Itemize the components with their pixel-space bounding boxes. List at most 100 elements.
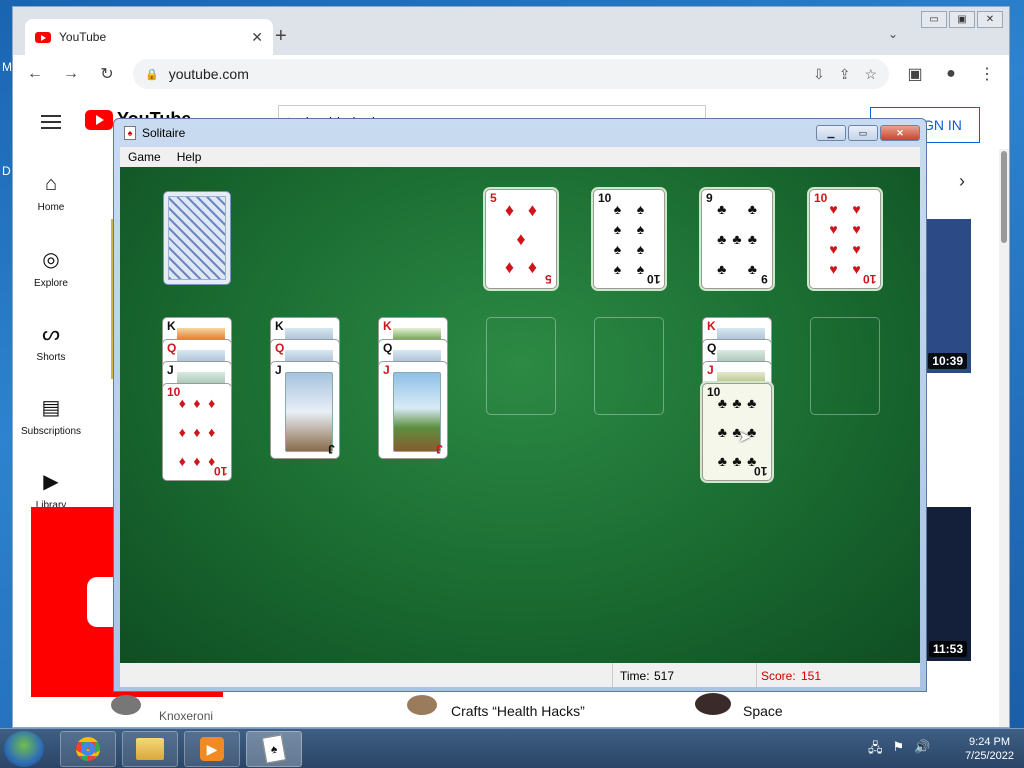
sidebar-item-label: Shorts: [36, 352, 66, 363]
card-rank: J: [383, 363, 390, 377]
solitaire-app-icon: ♠: [124, 126, 136, 140]
taskbar: ▶ ♠ 🖧 ⚑ 🔊 9:24 PM 7/25/2022: [0, 728, 1024, 768]
menu-help[interactable]: Help: [177, 150, 202, 164]
media-player-icon: ▶: [200, 737, 224, 761]
new-tab-button[interactable]: +: [275, 25, 287, 48]
forward-icon[interactable]: →: [61, 65, 81, 83]
card-art: [285, 372, 333, 452]
close-button[interactable]: ✕: [880, 125, 920, 141]
desktop-edge-letter: M: [2, 60, 12, 74]
tableau-empty-slot[interactable]: [486, 317, 556, 415]
action-center-flag-icon[interactable]: ⚑: [893, 739, 905, 761]
volume-icon[interactable]: 🔊: [914, 739, 930, 761]
video-thumbnail[interactable]: 11:53: [921, 507, 971, 661]
install-icon[interactable]: ⇩: [813, 66, 825, 83]
sidebar-item-home[interactable]: ⌂ Home: [13, 173, 89, 213]
address-bar[interactable]: 🔒 youtube.com ⇩ ⇪ ☆: [133, 59, 889, 89]
subscriptions-icon: ▤: [41, 397, 61, 419]
video-thumbnail[interactable]: 10:39: [921, 219, 971, 373]
lock-icon[interactable]: 🔒: [145, 68, 159, 81]
maximize-button[interactable]: ▣: [949, 11, 975, 28]
foundation-pile[interactable]: 10 ♥ ♥ ♥ ♥ ♥ ♥ ♥ ♥ 10: [809, 189, 881, 289]
tab-title: YouTube: [59, 30, 107, 44]
side-panel-icon[interactable]: ▣: [905, 64, 925, 84]
clock-time: 9:24 PM: [969, 736, 1011, 748]
network-icon[interactable]: 🖧: [868, 739, 883, 761]
taskbar-file-explorer[interactable]: [122, 731, 178, 767]
card-rank: K: [383, 319, 392, 333]
status-divider: [756, 663, 757, 687]
card-rank: Q: [167, 341, 177, 355]
chevron-right-icon[interactable]: ›: [959, 171, 965, 192]
sidebar-item-library[interactable]: ▶ Library: [13, 469, 89, 511]
share-icon[interactable]: ⇪: [839, 66, 851, 83]
time-value: 517: [654, 669, 675, 683]
maximize-button[interactable]: ▭: [848, 125, 878, 141]
tableau-card[interactable]: J J: [378, 361, 448, 459]
foundation-pile[interactable]: 9 ♣ ♣ ♣ ♣ ♣ ♣ ♣ 9: [701, 189, 773, 289]
minimize-button[interactable]: ▭: [921, 11, 947, 28]
menu-game[interactable]: Game: [128, 150, 161, 164]
card-rank: 5: [490, 191, 497, 205]
card-pips: ♥ ♥ ♥ ♥ ♥ ♥ ♥ ♥: [829, 201, 861, 277]
tab-strip: YouTube ✕ + ⌄ ▭ ▣ ✕: [13, 7, 1009, 55]
solitaire-title-bar[interactable]: ♠ Solitaire: [114, 119, 926, 147]
reload-icon[interactable]: ↻: [97, 64, 117, 84]
back-icon[interactable]: ←: [25, 65, 45, 83]
video-duration: 10:39: [928, 353, 967, 369]
card-rank: 9: [761, 272, 768, 286]
sidebar-item-label: Subscriptions: [20, 426, 82, 437]
menu-kebab-icon[interactable]: ⋮: [977, 64, 997, 84]
card-rank: J: [436, 442, 443, 456]
taskbar-media-player[interactable]: ▶: [184, 731, 240, 767]
tableau-empty-slot[interactable]: [810, 317, 880, 415]
video-title[interactable]: Crafts “Health Hacks”: [451, 703, 585, 719]
card-rank: 10: [646, 272, 660, 286]
card-pips: ♠ ♠ ♠ ♠ ♠ ♠ ♠ ♠: [613, 201, 645, 277]
explore-icon: ◎: [42, 249, 60, 271]
tableau-card[interactable]: 10 ♣ ♣ ♣ ♣ ♣ ♣ ♣ ♣ ♣ 10: [702, 383, 772, 481]
hamburger-menu-icon[interactable]: [41, 115, 61, 129]
sidebar-item-explore[interactable]: ◎ Explore: [13, 247, 89, 289]
solitaire-icon: ♠: [261, 734, 287, 764]
stock-pile[interactable]: [163, 191, 231, 285]
tableau-empty-slot[interactable]: [594, 317, 664, 415]
card-rank: 10: [753, 464, 767, 478]
tableau-card[interactable]: 10 ♦ ♦ ♦ ♦ ♦ ♦ ♦ ♦ ♦ 10: [162, 383, 232, 481]
tab-youtube[interactable]: YouTube ✕: [25, 19, 273, 55]
card-pips: ♦ ♦ ♦ ♦ ♦: [504, 200, 538, 277]
card-back-pattern: [168, 196, 226, 280]
game-board: 5 ♦ ♦ ♦ ♦ ♦ 5 10 ♠ ♠ ♠ ♠ ♠ ♠ ♠ ♠ 10 9 ♣ ♣ ♣ ♣ ♣ ♣ ♣ 9 10 …: [120, 167, 920, 663]
tab-close-icon[interactable]: ✕: [251, 29, 263, 46]
page-scrollbar[interactable]: [999, 149, 1009, 727]
card-rank: 10: [862, 272, 876, 286]
tableau-card[interactable]: J J: [270, 361, 340, 459]
close-button[interactable]: ✕: [977, 11, 1003, 28]
tab-search-icon[interactable]: ⌄: [888, 27, 898, 41]
channel-name[interactable]: Knoxeroni: [159, 709, 213, 723]
omnibox-actions: ⇩ ⇪ ☆: [813, 66, 877, 83]
sidebar-item-shorts[interactable]: ᔕ Shorts: [13, 321, 89, 363]
start-button[interactable]: [4, 731, 44, 767]
browser-toolbar: ← → ↻ 🔒 youtube.com ⇩ ⇪ ☆ ▣ ● ⋮: [13, 55, 1009, 93]
profile-icon[interactable]: ●: [941, 65, 961, 83]
card-pips: ♦ ♦ ♦ ♦ ♦ ♦ ♦ ♦ ♦: [178, 395, 216, 469]
url-text[interactable]: youtube.com: [169, 66, 249, 82]
taskbar-chrome[interactable]: [60, 731, 116, 767]
clock[interactable]: 9:24 PM 7/25/2022: [965, 735, 1014, 763]
solitaire-window-controls: ▁ ▭ ✕: [816, 125, 920, 141]
shorts-icon: ᔕ: [42, 323, 60, 345]
card-rank: K: [167, 319, 176, 333]
foundation-pile[interactable]: 5 ♦ ♦ ♦ ♦ ♦ 5: [485, 189, 557, 289]
minimize-button[interactable]: ▁: [816, 125, 846, 141]
avatar[interactable]: [407, 695, 437, 715]
card-rank: J: [275, 363, 282, 377]
sidebar-item-subscriptions[interactable]: ▤ Subscriptions: [13, 395, 89, 437]
video-title[interactable]: Space: [743, 703, 783, 719]
bookmark-star-icon[interactable]: ☆: [864, 66, 877, 83]
scrollbar-thumb[interactable]: [1001, 151, 1007, 243]
avatar[interactable]: [695, 693, 731, 715]
foundation-pile[interactable]: 10 ♠ ♠ ♠ ♠ ♠ ♠ ♠ ♠ 10: [593, 189, 665, 289]
avatar[interactable]: [111, 695, 141, 715]
taskbar-solitaire[interactable]: ♠: [246, 731, 302, 767]
